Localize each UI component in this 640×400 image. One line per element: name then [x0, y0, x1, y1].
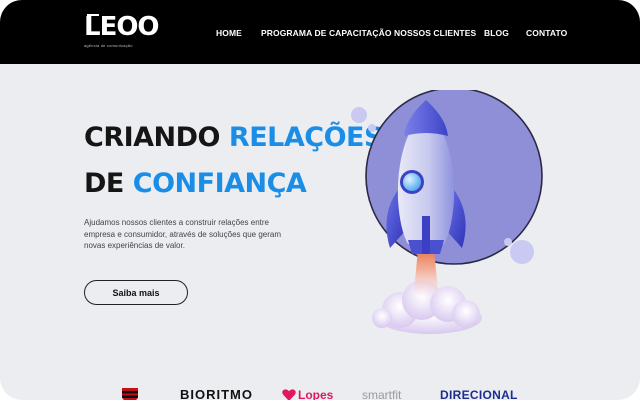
client-logo-smartfit: smartfit	[362, 388, 402, 400]
decor-dot	[351, 107, 367, 123]
nav-programa-capacitacao[interactable]: PROGRAMA DE CAPACITAÇÃO	[261, 28, 392, 38]
top-navbar: LEOO agência de comunicação HOME PROGRAM…	[0, 0, 640, 64]
hero-description: Ajudamos nossos clientes a construir rel…	[84, 218, 281, 250]
rocket-fin-center	[422, 216, 430, 254]
nav-contato[interactable]: CONTATO	[526, 28, 567, 38]
hero-title-line-2: DE CONFIANÇA	[84, 168, 307, 200]
decor-dot	[368, 124, 376, 132]
nav-blog[interactable]: BLOG	[484, 28, 509, 38]
saiba-mais-button[interactable]: Saiba mais	[84, 280, 188, 305]
hero-title-word: DE	[84, 168, 124, 199]
logo-tagline: agência de comunicação	[84, 43, 133, 48]
heart-icon	[282, 389, 296, 400]
hero-title-accent: CONFIANÇA	[132, 168, 307, 199]
decor-dot	[510, 240, 534, 264]
client-logo-bioritmo: BIORITMO	[180, 387, 253, 400]
client-logo-lopes: Lopes	[298, 388, 334, 400]
site-logo[interactable]: LEOO agência de comunicação	[84, 10, 160, 50]
decor-dot	[504, 238, 512, 246]
hero-title-word: CRIANDO	[84, 122, 221, 153]
rocket-illustration	[351, 90, 543, 334]
nav-home[interactable]: HOME	[216, 28, 242, 38]
nav-nossos-clientes[interactable]: NOSSOS CLIENTES	[394, 28, 476, 38]
logo-accent-bar	[87, 14, 99, 16]
page-frame: LEOO agência de comunicação HOME PROGRAM…	[0, 0, 640, 400]
clients-logos-strip: BIORITMO Lopes smartfit DIRECIONAL	[0, 384, 640, 400]
rocket-window	[403, 173, 421, 191]
hero-title-line-1: CRIANDO RELAÇÕES	[84, 122, 383, 154]
club-crest-icon	[122, 388, 138, 400]
client-logo-direcional: DIRECIONAL	[440, 388, 518, 400]
